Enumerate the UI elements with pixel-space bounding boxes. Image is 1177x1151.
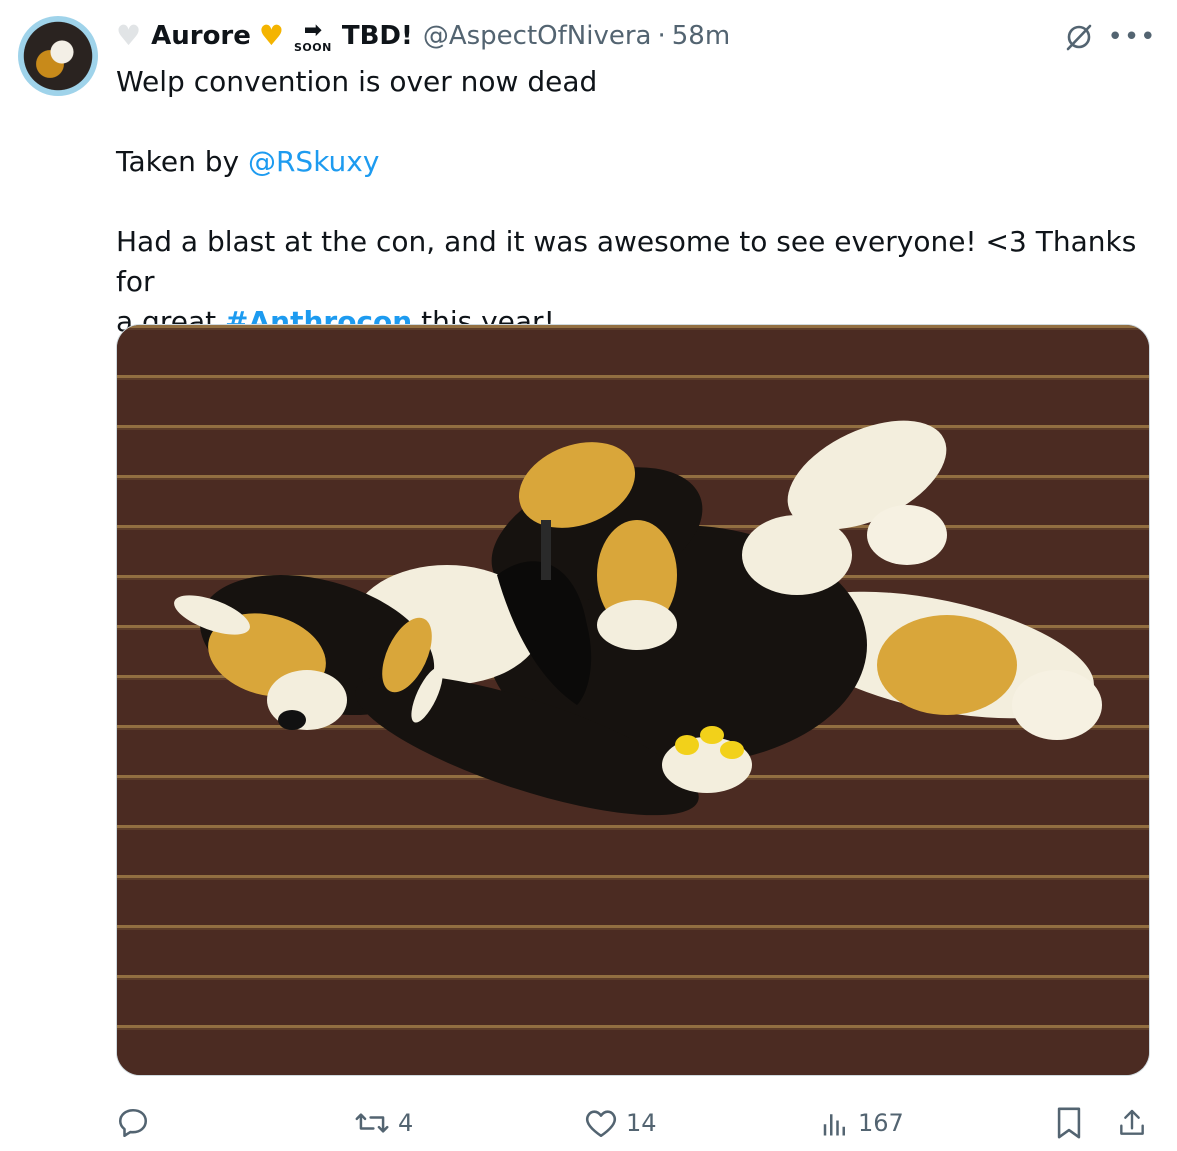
author-name-suffix[interactable]: TBD! <box>342 21 413 51</box>
grok-icon[interactable] <box>1062 20 1096 54</box>
like-icon <box>585 1110 617 1138</box>
tweet-line: Welp convention is over now dead <box>116 65 598 98</box>
retweet-count: 4 <box>398 1109 414 1137</box>
tweet-line: Taken by @RSkuxy <box>116 145 380 178</box>
reply-icon <box>118 1108 148 1138</box>
author-name[interactable]: Aurore <box>151 21 251 51</box>
mention-link[interactable]: @RSkuxy <box>248 145 379 178</box>
white-heart-icon: ♥ <box>116 19 142 52</box>
view-count: 167 <box>858 1109 904 1137</box>
gold-heart-icon: ♥ <box>258 19 284 52</box>
tweet-header: ♥ Aurore ♥ ➡ SOON TBD! @AspectOfNivera ·… <box>116 16 1066 56</box>
soon-arrow-icon: ➡ <box>303 17 323 43</box>
more-icon[interactable]: ••• <box>1108 20 1156 54</box>
avatar[interactable] <box>18 16 98 96</box>
tweet-photo[interactable] <box>116 324 1150 1076</box>
reply-button[interactable] <box>116 1098 150 1148</box>
like-count: 14 <box>626 1109 657 1137</box>
action-bar: 4 14 167 <box>0 1098 1177 1148</box>
views-icon <box>823 1114 845 1136</box>
bookmark-icon <box>1057 1107 1081 1139</box>
soon-badge: ➡ SOON <box>294 17 332 54</box>
tweet-line: Had a blast at the con, and it was aweso… <box>116 225 1137 298</box>
retweet-icon <box>355 1113 389 1133</box>
tweet-text: Welp convention is over now dead Taken b… <box>116 62 1156 342</box>
separator-dot: · <box>657 21 666 51</box>
author-handle[interactable]: @AspectOfNivera <box>423 21 652 51</box>
bookmark-button[interactable] <box>1054 1098 1084 1148</box>
timestamp[interactable]: 58m <box>672 21 730 51</box>
fursuit-photo <box>117 325 1149 1075</box>
share-icon <box>1120 1109 1144 1135</box>
retweet-button[interactable]: 4 <box>354 1098 413 1148</box>
like-button[interactable]: 14 <box>584 1098 657 1148</box>
views-button[interactable]: 167 <box>820 1098 904 1148</box>
share-button[interactable] <box>1116 1098 1148 1148</box>
